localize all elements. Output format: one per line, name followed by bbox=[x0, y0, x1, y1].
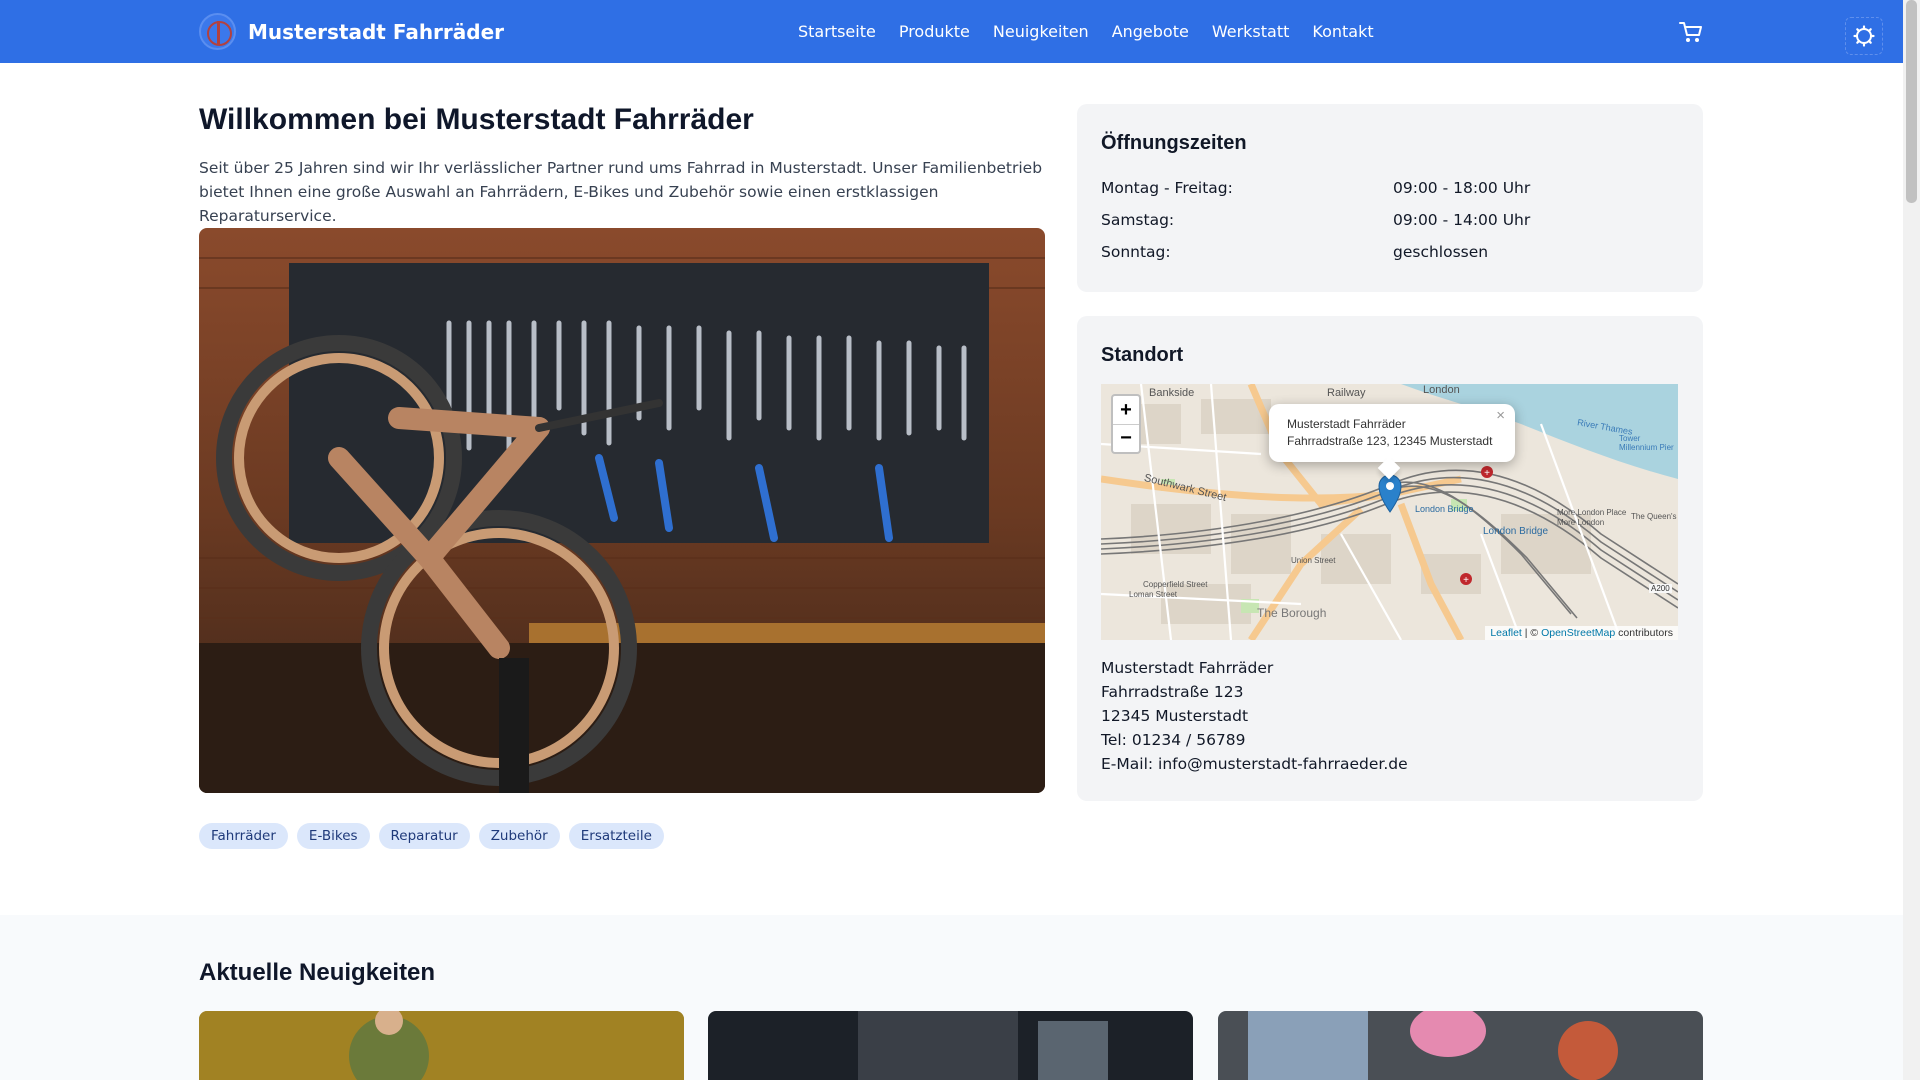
gear-icon bbox=[1853, 25, 1875, 47]
map-label: A200 bbox=[1649, 584, 1672, 593]
tag-e-bikes[interactable]: E-Bikes bbox=[296, 823, 370, 849]
nav-link-kontakt[interactable]: Kontakt bbox=[1312, 22, 1373, 41]
map-label: Tower Millennium Pier bbox=[1619, 434, 1674, 452]
tag-fahrraeder[interactable]: Fahrräder bbox=[199, 823, 288, 849]
hours-time-weekdays: 09:00 - 18:00 Uhr bbox=[1393, 179, 1531, 197]
news-card-image[interactable] bbox=[1218, 1011, 1703, 1080]
main-nav: Startseite Produkte Neuigkeiten Angebote… bbox=[798, 0, 1374, 63]
page-title: Willkommen bei Musterstadt Fahrräder bbox=[199, 103, 754, 136]
news-card-image[interactable] bbox=[199, 1011, 684, 1080]
map-attribution: Leaflet | © OpenStreetMap contributors bbox=[1485, 626, 1678, 640]
svg-text:+: + bbox=[1484, 468, 1490, 479]
nav-link-produkte[interactable]: Produkte bbox=[899, 22, 970, 41]
map-label: More London Place bbox=[1557, 508, 1627, 517]
map-label: Bankside bbox=[1149, 387, 1195, 399]
cart-icon[interactable] bbox=[1678, 20, 1704, 44]
svg-text:+: + bbox=[1463, 575, 1469, 586]
location-title: Standort bbox=[1101, 344, 1184, 366]
news-card-image[interactable] bbox=[708, 1011, 1193, 1080]
hours-time-sunday: geschlossen bbox=[1393, 243, 1489, 261]
nav-link-neuigkeiten[interactable]: Neuigkeiten bbox=[993, 22, 1089, 41]
scrollbar-thumb[interactable] bbox=[1906, 0, 1917, 203]
tag-reparatur[interactable]: Reparatur bbox=[378, 823, 470, 849]
hours-day-weekdays: Montag - Freitag: bbox=[1101, 179, 1233, 197]
tag-zubehoer[interactable]: Zubehör bbox=[478, 823, 560, 849]
map-label: London Bridge bbox=[1415, 504, 1474, 514]
page-scrollbar[interactable] bbox=[1903, 0, 1920, 1080]
map-label: Loman Street bbox=[1129, 590, 1178, 599]
settings-button[interactable] bbox=[1845, 17, 1883, 55]
address-phone: Tel: 01234 / 56789 bbox=[1101, 731, 1246, 749]
opening-hours-card: Öffnungszeiten Montag - Freitag: 09:00 -… bbox=[1077, 104, 1703, 292]
map-label: More London bbox=[1557, 518, 1605, 527]
map-popup: × Musterstadt Fahrräder Fahrradstraße 12… bbox=[1269, 404, 1515, 480]
location-card: Standort + + Bankside Railway London Sou… bbox=[1077, 316, 1703, 801]
tag-list: Fahrräder E-Bikes Reparatur Zubehör Ersa… bbox=[199, 823, 664, 849]
address-street: Fahrradstraße 123 bbox=[1101, 683, 1244, 701]
leaflet-link[interactable]: Leaflet bbox=[1490, 627, 1522, 639]
popup-address: Fahrradstraße 123, 12345 Musterstadt bbox=[1287, 434, 1493, 448]
map-label: London bbox=[1423, 384, 1460, 396]
popup-close-icon[interactable]: × bbox=[1496, 407, 1505, 424]
opening-hours-title: Öffnungszeiten bbox=[1101, 132, 1247, 154]
intro-text: Seit über 25 Jahren sind wir Ihr verläss… bbox=[199, 159, 1043, 225]
store-address: Musterstadt Fahrräder Fahrradstraße 123 … bbox=[1101, 656, 1408, 776]
hours-day-sunday: Sonntag: bbox=[1101, 243, 1171, 261]
hours-time-saturday: 09:00 - 14:00 Uhr bbox=[1393, 211, 1531, 229]
zoom-in-button[interactable]: + bbox=[1113, 396, 1139, 424]
location-map[interactable]: + + Bankside Railway London Southwark St… bbox=[1101, 384, 1678, 640]
map-zoom-control: + − bbox=[1111, 394, 1141, 454]
brand[interactable]: Musterstadt Fahrräder bbox=[199, 10, 504, 53]
news-section: Aktuelle Neuigkeiten bbox=[0, 915, 1903, 1080]
brand-name: Musterstadt Fahrräder bbox=[248, 19, 505, 44]
map-label: Railway bbox=[1327, 387, 1366, 399]
nav-link-startseite[interactable]: Startseite bbox=[798, 22, 876, 41]
nav-link-angebote[interactable]: Angebote bbox=[1112, 22, 1189, 41]
workshop-bike-image bbox=[199, 228, 1045, 793]
map-label: Union Street bbox=[1291, 556, 1336, 565]
address-name: Musterstadt Fahrräder bbox=[1101, 659, 1274, 677]
tag-ersatzteile[interactable]: Ersatzteile bbox=[568, 823, 664, 849]
hours-day-saturday: Samstag: bbox=[1101, 211, 1175, 229]
news-title: Aktuelle Neuigkeiten bbox=[199, 959, 436, 986]
top-navbar: Musterstadt Fahrräder Startseite Produkt… bbox=[0, 0, 1903, 63]
zoom-out-button[interactable]: − bbox=[1113, 424, 1139, 452]
osm-link[interactable]: OpenStreetMap bbox=[1541, 627, 1615, 639]
address-email: E-Mail: info@musterstadt-fahrraeder.de bbox=[1101, 755, 1408, 773]
map-label: The Queen's bbox=[1631, 512, 1677, 521]
map-label: London Bridge bbox=[1483, 526, 1549, 537]
popup-name: Musterstadt Fahrräder bbox=[1287, 417, 1406, 431]
brand-logo bbox=[199, 13, 236, 50]
map-label: The Borough bbox=[1257, 606, 1327, 620]
nav-link-werkstatt[interactable]: Werkstatt bbox=[1212, 22, 1290, 41]
map-label: Copperfield Street bbox=[1143, 580, 1208, 589]
address-city: 12345 Musterstadt bbox=[1101, 707, 1249, 725]
